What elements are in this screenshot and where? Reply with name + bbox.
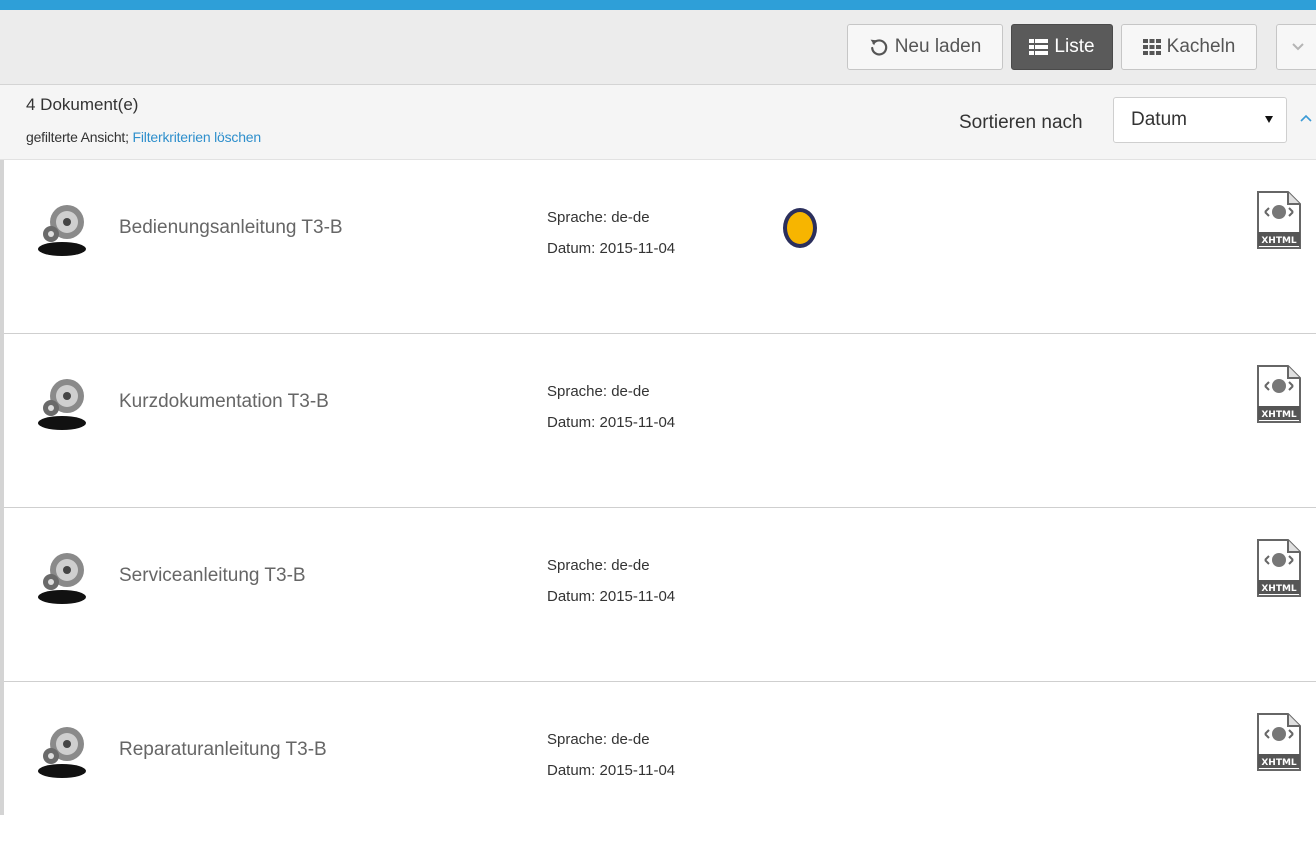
document-row[interactable]: Bedienungsanleitung T3-B Sprache: de-de … xyxy=(4,160,1316,334)
document-row[interactable]: Reparaturanleitung T3-B Sprache: de-de D… xyxy=(4,682,1316,856)
xhtml-file-icon[interactable]: XHTML xyxy=(1256,712,1302,777)
filtered-view-text: gefilterte Ansicht; xyxy=(26,129,129,145)
sort-label: Sortieren nach xyxy=(959,112,1083,133)
tiles-label: Kacheln xyxy=(1166,36,1236,57)
document-meta: Sprache: de-de Datum: 2015-11-04 xyxy=(547,202,675,264)
sort-select[interactable]: Datum xyxy=(1113,97,1287,143)
document-date: Datum: 2015-11-04 xyxy=(547,240,676,257)
document-date: Datum: 2015-11-04 xyxy=(547,588,676,605)
chevron-up-icon[interactable] xyxy=(1300,109,1312,127)
tiles-view-button[interactable]: Kacheln xyxy=(1121,24,1257,70)
clear-filter-link[interactable]: Filterkriterien löschen xyxy=(133,129,262,145)
xhtml-file-icon[interactable]: XHTML xyxy=(1256,190,1302,255)
reload-icon xyxy=(869,37,889,57)
document-language: Sprache: de-de xyxy=(547,383,650,400)
xhtml-file-icon[interactable]: XHTML xyxy=(1256,364,1302,429)
reload-button[interactable]: Neu laden xyxy=(847,24,1003,70)
document-language: Sprache: de-de xyxy=(547,557,650,574)
document-language: Sprache: de-de xyxy=(547,731,650,748)
more-dropdown-button[interactable] xyxy=(1276,24,1316,70)
document-date: Datum: 2015-11-04 xyxy=(547,414,676,431)
film-reel-thumbnail-icon xyxy=(32,548,92,613)
svg-text:XHTML: XHTML xyxy=(1261,758,1297,768)
film-reel-thumbnail-icon xyxy=(32,200,92,265)
film-reel-thumbnail-icon xyxy=(32,374,92,439)
filter-status: gefilterte Ansicht; Filterkriterien lösc… xyxy=(26,129,261,145)
list-icon xyxy=(1029,39,1049,55)
xhtml-file-icon[interactable]: XHTML xyxy=(1256,538,1302,603)
document-title[interactable]: Kurzdokumentation T3-B xyxy=(119,391,329,413)
sort-select-value: Datum xyxy=(1131,109,1187,130)
document-date: Datum: 2015-11-04 xyxy=(547,762,676,779)
document-title[interactable]: Reparaturanleitung T3-B xyxy=(119,739,327,761)
svg-text:XHTML: XHTML xyxy=(1261,236,1297,246)
tiles-icon xyxy=(1142,39,1161,55)
mouse-cursor-indicator xyxy=(783,208,817,248)
document-count: 4 Dokument(e) xyxy=(26,95,139,114)
document-row[interactable]: Serviceanleitung T3-B Sprache: de-de Dat… xyxy=(4,508,1316,682)
document-language: Sprache: de-de xyxy=(547,209,650,226)
svg-text:XHTML: XHTML xyxy=(1261,410,1297,420)
reload-label: Neu laden xyxy=(894,36,982,57)
select-arrow-icon xyxy=(1265,116,1273,123)
document-row[interactable]: Kurzdokumentation T3-B Sprache: de-de Da… xyxy=(4,334,1316,508)
document-meta: Sprache: de-de Datum: 2015-11-04 xyxy=(547,724,675,786)
document-meta: Sprache: de-de Datum: 2015-11-04 xyxy=(547,550,675,612)
svg-text:XHTML: XHTML xyxy=(1261,584,1297,594)
result-info-bar: 4 Dokument(e) gefilterte Ansicht; Filter… xyxy=(0,85,1316,160)
list-view-button[interactable]: Liste xyxy=(1011,24,1113,70)
document-meta: Sprache: de-de Datum: 2015-11-04 xyxy=(547,376,675,438)
document-title[interactable]: Bedienungsanleitung T3-B xyxy=(119,217,343,239)
document-title[interactable]: Serviceanleitung T3-B xyxy=(119,565,306,587)
film-reel-thumbnail-icon xyxy=(32,722,92,787)
top-accent-bar xyxy=(0,0,1316,10)
toolbar: Neu laden Liste Kacheln xyxy=(0,10,1316,85)
list-label: Liste xyxy=(1054,36,1095,57)
chevron-down-icon xyxy=(1291,42,1305,52)
